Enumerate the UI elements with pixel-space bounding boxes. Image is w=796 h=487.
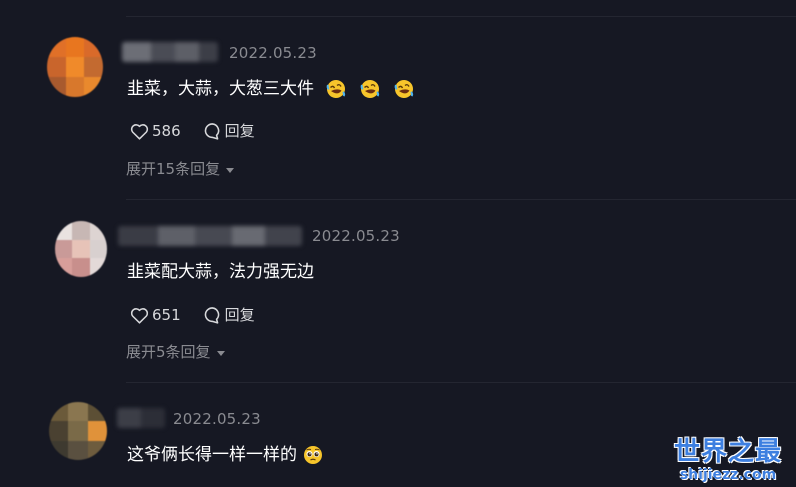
comment-text: 韭菜配大蒜，法力强无边 (127, 261, 314, 283)
heart-outline-icon (130, 123, 149, 140)
avatar[interactable] (55, 221, 107, 277)
like-button[interactable]: 586 (130, 122, 181, 140)
comment-text: 韭菜，大蒜，大葱三大件 (127, 78, 414, 100)
comment-actions: 651 回复 (130, 306, 255, 324)
comment-list: 2022.05.23 韭菜，大蒜，大葱三大件 586 回复 展开15条回复 20… (0, 0, 796, 487)
comment-actions: 586 回复 (130, 122, 255, 140)
username-blurred[interactable] (122, 42, 218, 62)
expand-replies-label: 展开5条回复 (126, 343, 211, 361)
comment-text: 这爷俩长得一样一样的 (127, 444, 323, 466)
comment-timestamp: 2022.05.23 (229, 44, 317, 62)
like-button[interactable]: 651 (130, 306, 181, 324)
reply-button[interactable]: 回复 (203, 306, 255, 324)
divider (126, 16, 796, 17)
comment-timestamp: 2022.05.23 (312, 227, 400, 245)
expand-replies-button[interactable]: 展开15条回复 (126, 160, 235, 178)
comment-text-content: 韭菜，大蒜，大葱三大件 (127, 79, 314, 99)
username-blurred[interactable] (118, 226, 302, 246)
reply-button[interactable]: 回复 (203, 122, 255, 140)
expand-replies-button[interactable]: 展开5条回复 (126, 343, 225, 361)
expand-replies-label: 展开15条回复 (126, 160, 221, 178)
speech-bubble-icon (204, 307, 219, 324)
rolling-laughing-emoji-icon (326, 80, 346, 98)
caret-down-icon (226, 167, 235, 173)
reply-label: 回复 (224, 306, 255, 324)
comment-text-content: 韭菜配大蒜，法力强无边 (127, 262, 314, 282)
rolling-laughing-emoji-icon (360, 80, 380, 98)
avatar[interactable] (47, 37, 103, 97)
comment-timestamp: 2022.05.23 (173, 410, 261, 428)
like-count: 586 (152, 122, 181, 140)
watermark-url: shijiezz.com (679, 467, 777, 483)
heart-outline-icon (130, 307, 149, 324)
comment-text-content: 这爷俩长得一样一样的 (127, 445, 297, 465)
speech-bubble-icon (204, 123, 219, 140)
username-blurred[interactable] (117, 408, 165, 428)
reply-label: 回复 (224, 122, 255, 140)
watermark-title: 世界之最 (673, 437, 782, 467)
site-watermark: 世界之最 shijiezz.com (666, 437, 790, 483)
like-count: 651 (152, 306, 181, 324)
divider (126, 382, 796, 383)
caret-down-icon (216, 350, 225, 356)
avatar[interactable] (49, 402, 107, 460)
pleading-face-emoji-icon (304, 446, 322, 464)
rolling-laughing-emoji-icon (394, 80, 414, 98)
divider (126, 199, 796, 200)
